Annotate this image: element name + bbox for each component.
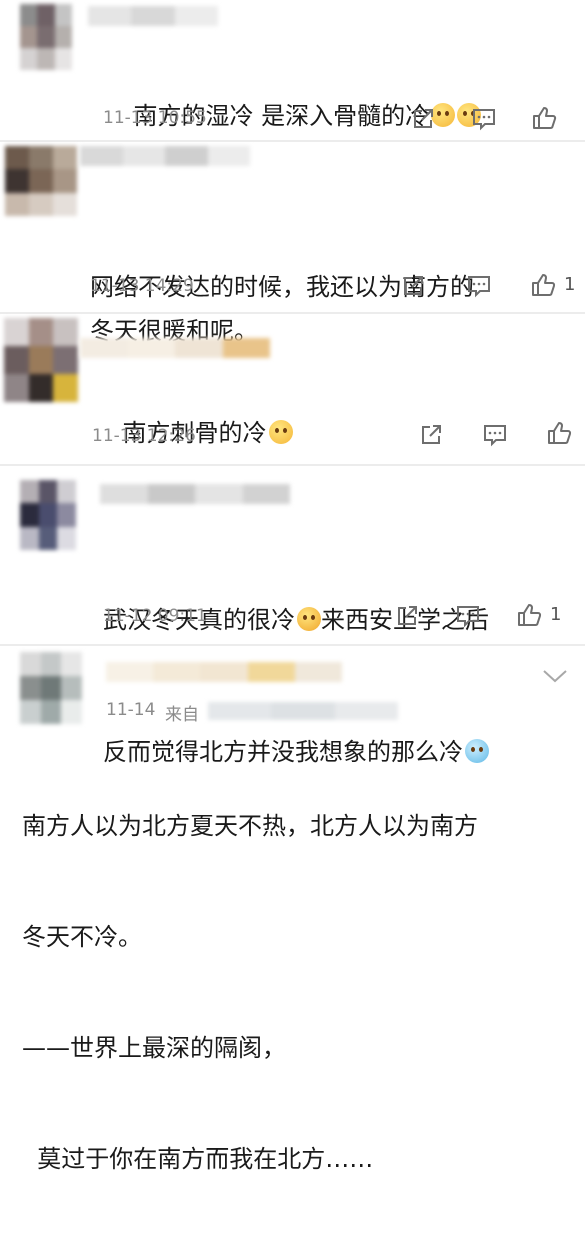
like-icon[interactable]: [531, 105, 557, 131]
username[interactable]: [106, 662, 343, 682]
repost-icon[interactable]: [400, 273, 426, 299]
comment-icon[interactable]: [471, 106, 497, 132]
username[interactable]: [100, 484, 290, 504]
comment-time: 11-13 10:55: [103, 108, 207, 128]
username[interactable]: [80, 338, 270, 358]
laughing-crying-face-icon: [297, 607, 321, 631]
avatar[interactable]: [20, 652, 82, 724]
like-icon[interactable]: [516, 602, 542, 628]
comment-3: 南方刺骨的冷 11-13 12:26: [0, 314, 585, 464]
like-count: 1: [550, 604, 562, 625]
username[interactable]: [80, 146, 250, 166]
like-icon[interactable]: [530, 272, 556, 298]
repost-icon[interactable]: [418, 422, 444, 448]
repost-icon[interactable]: [394, 603, 420, 629]
comment-1: 南方的湿冷 是深入骨髓的冷 11-13 10:55: [0, 0, 585, 140]
sad-face-icon: [268, 420, 293, 444]
comment-icon[interactable]: [466, 273, 492, 299]
post-text: 南方人以为北方夏天不热，北方人以为南方 冬天不冷。 ——世界上最深的隔阂， 莫过…: [22, 812, 478, 1173]
comment-icon[interactable]: [455, 603, 481, 629]
avatar[interactable]: [5, 146, 77, 216]
comment-time: 11-13 14:29: [90, 276, 194, 296]
post-time: 11-14: [106, 700, 156, 720]
comment-icon[interactable]: [482, 422, 508, 448]
like-icon[interactable]: [546, 420, 572, 446]
repost-icon[interactable]: [410, 106, 436, 132]
comment-2: 网络不发达的时候，我还以为南方的 冬天很暖和呢。 11-13 14:29 1: [0, 142, 585, 345]
comment-5: 11-14 来自 南方人以为北方夏天不热，北方人以为南方 冬天不冷。 ——世界上…: [0, 646, 585, 1173]
comment-time: 11-12 09:11: [103, 606, 207, 626]
avatar[interactable]: [20, 480, 76, 550]
post-source-label: 来自: [165, 705, 199, 725]
comment-time: 11-13 12:26: [92, 426, 196, 446]
username[interactable]: [88, 6, 218, 26]
avatar[interactable]: [4, 318, 78, 402]
avatar[interactable]: [20, 4, 72, 70]
like-count: 1: [564, 274, 576, 295]
post-source: [208, 702, 398, 720]
chevron-down-icon[interactable]: [542, 668, 568, 684]
comment-4: 武汉冬天真的很冷 来西安上学之后 反而觉得北方并没我想象的那么冷 11-12 09…: [0, 466, 585, 766]
